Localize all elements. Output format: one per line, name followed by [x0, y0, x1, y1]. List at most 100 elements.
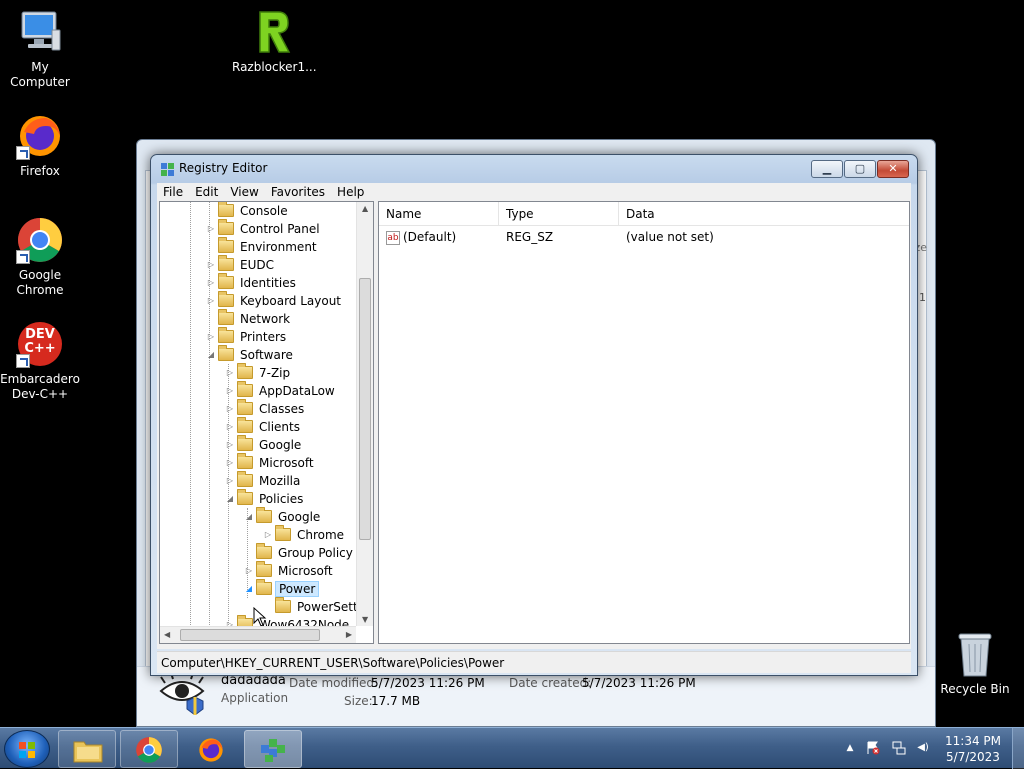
tree-node[interactable]: Environment: [204, 237, 320, 256]
volume-icon[interactable]: ◀): [914, 741, 932, 755]
scrollbar-thumb[interactable]: [359, 278, 371, 540]
start-button[interactable]: [4, 730, 50, 768]
tree-vertical-scrollbar[interactable]: ▲ ▼: [356, 202, 373, 626]
mouse-cursor-icon: [253, 607, 267, 627]
tree-node[interactable]: ▷ AppDataLow: [223, 381, 338, 400]
taskbar-chrome-button[interactable]: [120, 730, 178, 768]
tree-node[interactable]: ▷ Clients: [223, 417, 303, 436]
show-desktop-button[interactable]: [1012, 728, 1024, 769]
registry-editor-icon: [261, 739, 285, 762]
tree-expander-icon[interactable]: ◢: [242, 508, 256, 526]
action-center-icon[interactable]: [866, 741, 880, 755]
menu-view[interactable]: View: [224, 183, 264, 201]
scroll-right-icon[interactable]: ▶: [346, 630, 352, 639]
minimize-button[interactable]: ▁: [811, 160, 843, 178]
tree-expander-icon[interactable]: ▷: [223, 382, 237, 400]
tree-node[interactable]: ▷ EUDC: [204, 255, 277, 274]
tree-node[interactable]: ▷ 7-Zip: [223, 363, 293, 382]
folder-icon: [218, 345, 234, 361]
tree-expander-icon[interactable]: ▷: [223, 472, 237, 490]
tree-node-label: Microsoft: [259, 456, 314, 470]
tree-node[interactable]: ▷ Chrome: [261, 525, 347, 544]
window-title: Registry Editor: [179, 161, 268, 175]
tree-expander-icon[interactable]: ▷: [204, 274, 218, 292]
registry-editor-window[interactable]: Registry Editor ▁ ▢ ✕ File Edit View Favori…: [150, 154, 918, 676]
tree-node[interactable]: ◢ Software: [204, 345, 296, 364]
tree-expander-icon[interactable]: ▷: [242, 562, 256, 580]
tree-node[interactable]: ▷ Control Panel: [204, 219, 323, 238]
tree-node[interactable]: PowerSetti: [261, 597, 364, 616]
tree-node[interactable]: ▷ Classes: [223, 399, 307, 418]
tree-node[interactable]: Network: [204, 309, 293, 328]
network-icon[interactable]: [892, 741, 906, 755]
desktop-icon-google-chrome[interactable]: Google Chrome: [0, 216, 80, 298]
close-button[interactable]: ✕: [877, 160, 909, 178]
maximize-icon: ▢: [854, 162, 866, 175]
tree-expander-icon[interactable]: ▷: [204, 292, 218, 310]
scroll-left-icon[interactable]: ◀: [164, 630, 170, 639]
tree-expander-icon[interactable]: ▷: [223, 436, 237, 454]
desktop-icon-razblocker[interactable]: Razblocker1...: [232, 8, 317, 75]
tree-node[interactable]: ▷ Keyboard Layout: [204, 291, 344, 310]
tree-node-label: Mozilla: [259, 474, 301, 488]
registry-tree[interactable]: Console ▷ Control Panel Environment ▷ EUDC…: [159, 201, 374, 644]
desktop-icon-dev-cpp[interactable]: DEV C++ Embarcadero Dev-C++: [0, 320, 80, 402]
tree-node[interactable]: ▷ Printers: [204, 327, 289, 346]
menu-favorites[interactable]: Favorites: [265, 183, 331, 201]
menu-edit[interactable]: Edit: [189, 183, 224, 201]
details-date-modified: 5/7/2023 11:26 PM: [371, 676, 485, 690]
column-header-type[interactable]: Type: [499, 202, 619, 226]
tree-expander-icon[interactable]: ▷: [223, 400, 237, 418]
show-hidden-icons-button[interactable]: ▲: [843, 741, 857, 755]
tree-expander-icon[interactable]: ▷: [261, 526, 275, 544]
tree-node-label: Control Panel: [240, 222, 320, 236]
system-clock[interactable]: 11:34 PM 5/7/2023: [938, 733, 1008, 765]
chrome-icon: [136, 737, 162, 763]
tree-node[interactable]: ▷ Microsoft: [223, 453, 317, 472]
menu-file[interactable]: File: [157, 183, 189, 201]
taskbar-firefox-button[interactable]: [182, 730, 240, 768]
tree-expander-icon[interactable]: ▷: [204, 328, 218, 346]
desktop-icon-my-computer[interactable]: My Computer: [0, 8, 80, 90]
tree-node[interactable]: ▷ Mozilla: [223, 471, 303, 490]
tree-node-label: Environment: [240, 240, 317, 254]
desktop-icon-firefox[interactable]: Firefox: [0, 112, 80, 179]
tree-node[interactable]: ◢ Policies: [223, 489, 306, 508]
scrollbar-thumb[interactable]: [180, 629, 320, 641]
menu-help[interactable]: Help: [331, 183, 370, 201]
scroll-up-icon[interactable]: ▲: [362, 204, 368, 213]
tree-node[interactable]: ◢ Google: [242, 507, 323, 526]
folder-icon: [237, 399, 253, 415]
tree-expander-icon[interactable]: ▷: [204, 256, 218, 274]
tree-expander-icon[interactable]: ◢: [223, 490, 237, 508]
maximize-button[interactable]: ▢: [844, 160, 876, 178]
tree-node[interactable]: ▷ Microsoft: [242, 561, 336, 580]
tree-expander-icon[interactable]: ▷: [223, 364, 237, 382]
column-header-name[interactable]: Name: [379, 202, 499, 226]
registry-values-list[interactable]: Name Type Data ab (Default) REG_SZ (value…: [378, 201, 910, 644]
tree-expander-icon[interactable]: ▷: [204, 220, 218, 238]
tree-expander-icon[interactable]: ▷: [223, 418, 237, 436]
list-item[interactable]: ab (Default) REG_SZ (value not set): [379, 227, 909, 247]
details-date-created: 5/7/2023 11:26 PM: [582, 676, 696, 690]
taskbar-registry-editor-button[interactable]: [244, 730, 302, 768]
tree-horizontal-scrollbar[interactable]: ◀ ▶: [160, 626, 356, 643]
tree-expander-icon[interactable]: ◢: [204, 346, 218, 364]
tree-node-label: AppDataLow: [259, 384, 335, 398]
tree-expander-icon[interactable]: ▷: [223, 454, 237, 472]
shortcut-arrow-icon: [16, 146, 30, 160]
scroll-down-icon[interactable]: ▼: [362, 615, 368, 624]
taskbar-explorer-button[interactable]: [58, 730, 116, 768]
razblocker-icon: [248, 8, 296, 56]
tree-expander-icon[interactable]: ◢: [242, 580, 256, 598]
folder-icon: [256, 507, 272, 523]
tree-node-selected[interactable]: ◢ Power: [242, 579, 320, 598]
desktop-icon-recycle-bin[interactable]: Recycle Bin: [935, 632, 1015, 697]
tree-node[interactable]: Group Policy: [242, 543, 356, 562]
tree-node[interactable]: ▷ Identities: [204, 273, 299, 292]
tree-node[interactable]: ▷ Google: [223, 435, 304, 454]
column-header-data[interactable]: Data: [619, 202, 909, 226]
tree-node-label: Keyboard Layout: [240, 294, 342, 308]
status-path: Computer\HKEY_CURRENT_USER\Software\Poli…: [161, 656, 505, 670]
tree-node[interactable]: Console: [204, 202, 291, 220]
